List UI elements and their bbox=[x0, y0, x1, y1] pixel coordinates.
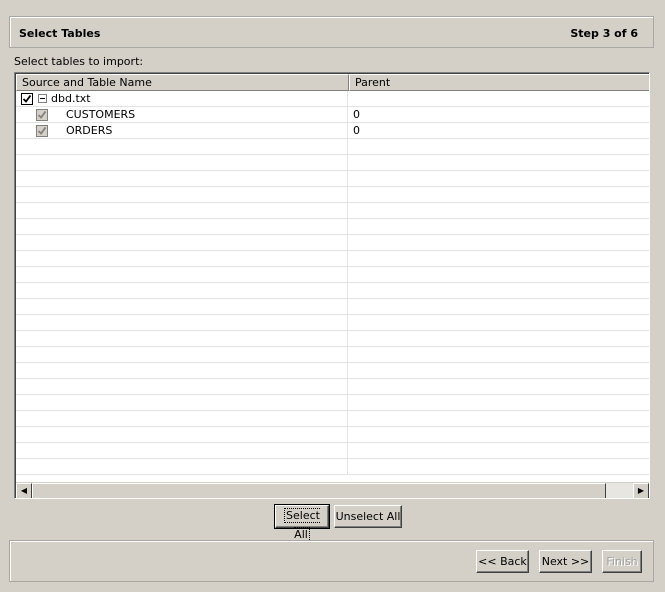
next-button[interactable]: Next >> bbox=[539, 550, 592, 573]
empty-row bbox=[16, 347, 649, 363]
unselect-all-button[interactable]: Unselect All bbox=[334, 505, 402, 528]
collapse-icon[interactable] bbox=[38, 94, 47, 103]
empty-row bbox=[16, 315, 649, 331]
empty-row bbox=[16, 363, 649, 379]
empty-row bbox=[16, 331, 649, 347]
wizard-header: Select Tables Step 3 of 6 bbox=[9, 16, 654, 48]
empty-row bbox=[16, 235, 649, 251]
empty-row bbox=[16, 139, 649, 155]
scroll-left-icon[interactable]: ◀ bbox=[16, 483, 32, 498]
table-rows: dbd.txt CUSTOMERS 0 ORDERS 0 bbox=[16, 91, 649, 475]
tables-tree-table: Source and Table Name Parent dbd.txt CUS… bbox=[14, 72, 650, 499]
empty-row bbox=[16, 267, 649, 283]
horizontal-scrollbar[interactable]: ◀ ▶ bbox=[16, 482, 649, 498]
empty-row bbox=[16, 251, 649, 267]
empty-row bbox=[16, 219, 649, 235]
scrollbar-thumb[interactable] bbox=[32, 483, 606, 498]
parent-value: 0 bbox=[353, 124, 360, 137]
empty-row bbox=[16, 379, 649, 395]
row-checkbox[interactable] bbox=[21, 93, 33, 105]
empty-row bbox=[16, 443, 649, 459]
table-row[interactable]: CUSTOMERS 0 bbox=[16, 107, 649, 123]
parent-value: 0 bbox=[353, 108, 360, 121]
page-title: Select Tables bbox=[19, 27, 101, 40]
table-row[interactable]: ORDERS 0 bbox=[16, 123, 649, 139]
empty-row bbox=[16, 459, 649, 475]
finish-button[interactable]: Finish bbox=[602, 550, 642, 573]
table-name: CUSTOMERS bbox=[66, 108, 136, 121]
row-checkbox[interactable] bbox=[36, 125, 48, 137]
empty-row bbox=[16, 203, 649, 219]
empty-row bbox=[16, 299, 649, 315]
empty-row bbox=[16, 187, 649, 203]
scroll-right-icon[interactable]: ▶ bbox=[633, 483, 649, 498]
back-button[interactable]: << Back bbox=[476, 550, 529, 573]
empty-row bbox=[16, 427, 649, 443]
row-checkbox[interactable] bbox=[36, 109, 48, 121]
column-header-parent[interactable]: Parent bbox=[349, 74, 649, 91]
instruction-text: Select tables to import: bbox=[14, 55, 144, 68]
column-header-source-name[interactable]: Source and Table Name bbox=[16, 74, 349, 91]
empty-row bbox=[16, 155, 649, 171]
empty-row bbox=[16, 283, 649, 299]
empty-row bbox=[16, 395, 649, 411]
empty-row bbox=[16, 411, 649, 427]
select-all-button[interactable]: Select All bbox=[274, 504, 330, 542]
step-indicator: Step 3 of 6 bbox=[570, 27, 638, 40]
table-row[interactable]: dbd.txt bbox=[16, 91, 649, 107]
empty-row bbox=[16, 171, 649, 187]
table-name: ORDERS bbox=[66, 124, 113, 137]
source-name: dbd.txt bbox=[51, 92, 91, 105]
